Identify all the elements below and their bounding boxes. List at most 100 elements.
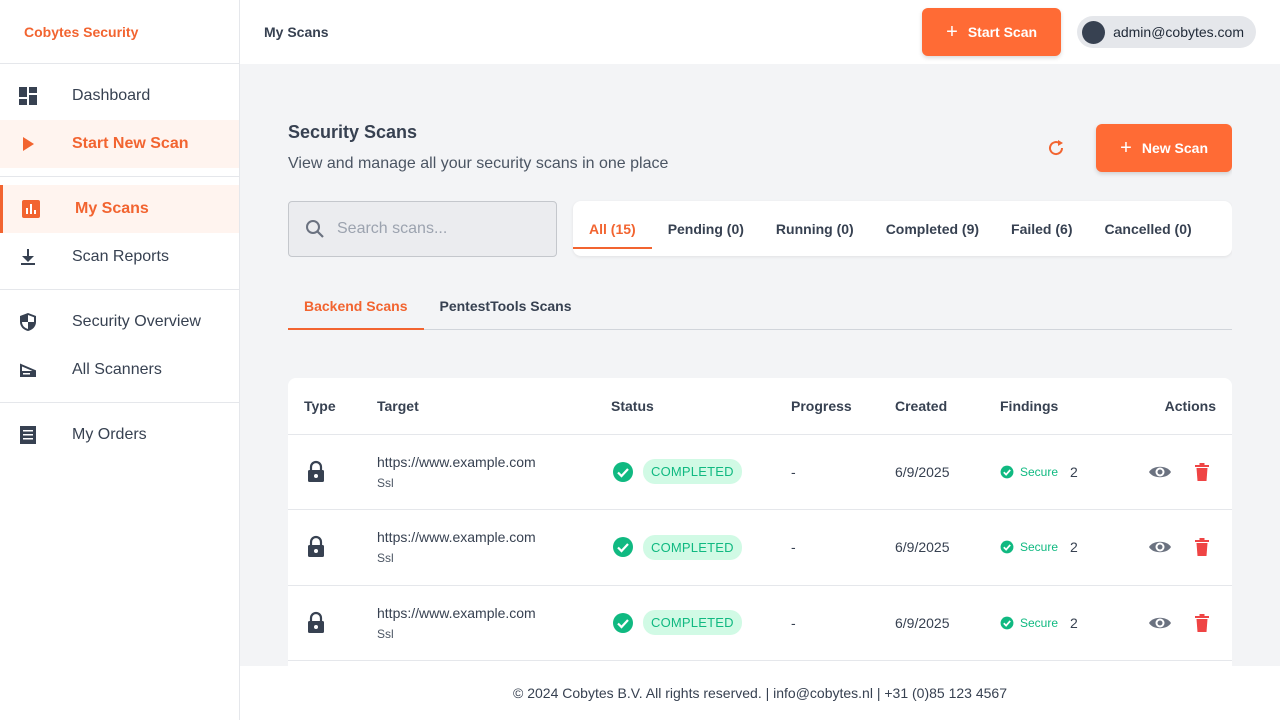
nav-group-main: Dashboard Start New Scan — [0, 64, 239, 177]
check-circle-icon — [611, 460, 635, 484]
section-subtitle: View and manage all your security scans … — [288, 155, 669, 172]
sidebar-item-label: My Scans — [75, 200, 149, 217]
progress-cell: - — [775, 509, 879, 586]
check-circle-icon — [611, 535, 635, 559]
tab-cancelled[interactable]: Cancelled (0) — [1089, 201, 1208, 256]
col-status[interactable]: Status — [595, 378, 775, 435]
target-cell: https://www.example.com Ssl — [361, 585, 595, 661]
footer: © 2024 Cobytes B.V. All rights reserved.… — [240, 666, 1280, 720]
sidebar-item-security-overview[interactable]: Security Overview — [0, 298, 239, 346]
sidebar-item-scan-reports[interactable]: Scan Reports — [0, 233, 239, 281]
section-header: Security Scans View and manage all your … — [288, 122, 1232, 182]
tab-pentesttools-scans[interactable]: PentestTools Scans — [424, 282, 588, 329]
created-cell: 6/9/2025 — [879, 585, 984, 661]
table-row[interactable]: https://www.example.com Ssl COMPLETED - … — [288, 585, 1232, 661]
tab-backend-scans[interactable]: Backend Scans — [288, 282, 424, 330]
sidebar-item-dashboard[interactable]: Dashboard — [0, 72, 239, 120]
status-cell: COMPLETED — [595, 509, 775, 586]
sidebar-item-my-orders[interactable]: My Orders — [0, 411, 239, 459]
scanner-icon — [18, 360, 38, 380]
dashboard-icon — [18, 86, 38, 106]
user-menu[interactable]: admin@cobytes.com — [1077, 16, 1256, 48]
col-findings[interactable]: Findings — [984, 378, 1124, 435]
status-badge: COMPLETED — [643, 534, 742, 560]
tab-failed[interactable]: Failed (6) — [995, 201, 1088, 256]
lock-icon — [304, 460, 361, 484]
sidebar-item-all-scanners[interactable]: All Scanners — [0, 346, 239, 394]
lock-icon — [304, 611, 361, 635]
delete-icon[interactable] — [1192, 537, 1212, 557]
delete-icon[interactable] — [1192, 462, 1212, 482]
search-icon — [305, 219, 325, 239]
section-title: Security Scans — [288, 122, 418, 142]
bar-chart-icon — [21, 199, 41, 219]
new-scan-label: New Scan — [1141, 140, 1208, 156]
search-field[interactable] — [288, 201, 557, 257]
plus-icon: + — [946, 21, 958, 43]
col-type[interactable]: Type — [288, 378, 361, 435]
sidebar-item-start-new-scan[interactable]: Start New Scan — [0, 120, 239, 168]
col-created[interactable]: Created — [879, 378, 984, 435]
created-cell: 6/9/2025 — [879, 434, 984, 510]
nav-group-security: Security Overview All Scanners — [0, 290, 239, 403]
type-cell — [288, 585, 361, 661]
receipt-icon — [18, 425, 38, 445]
brand-logo[interactable]: Cobytes Security — [0, 0, 239, 64]
nav-group-scans: My Scans Scan Reports — [0, 177, 239, 290]
status-filter-tabs: All (15) Pending (0) Running (0) Complet… — [573, 201, 1232, 256]
tab-all[interactable]: All (15) — [573, 201, 652, 256]
findings-cell: Secure 2 — [984, 585, 1124, 661]
sidebar-item-label: Scan Reports — [72, 248, 169, 265]
start-scan-label: Start Scan — [967, 24, 1038, 40]
topbar: My Scans + Start Scan admin@cobytes.com — [240, 0, 1280, 64]
avatar — [1082, 20, 1106, 44]
shield-icon — [18, 312, 38, 332]
refresh-icon[interactable] — [1044, 136, 1068, 160]
progress-cell: - — [775, 434, 879, 510]
status-cell: COMPLETED — [595, 585, 775, 661]
status-cell: COMPLETED — [595, 434, 775, 510]
view-icon[interactable] — [1148, 460, 1172, 484]
check-circle-icon — [1000, 616, 1014, 630]
target-url[interactable]: https://www.example.com — [377, 529, 595, 545]
findings-label: Secure — [1020, 464, 1059, 479]
target-cell: https://www.example.com Ssl — [361, 434, 595, 510]
download-icon — [18, 247, 38, 267]
user-email: admin@cobytes.com — [1113, 24, 1244, 40]
search-input[interactable] — [337, 220, 537, 238]
sidebar-item-label: All Scanners — [72, 361, 162, 378]
view-icon[interactable] — [1148, 535, 1172, 559]
col-target[interactable]: Target — [361, 378, 595, 435]
progress-cell: - — [775, 585, 879, 661]
new-scan-button[interactable]: + New Scan — [1096, 124, 1232, 172]
footer-text: © 2024 Cobytes B.V. All rights reserved.… — [513, 685, 1007, 701]
findings-label: Secure — [1020, 615, 1059, 630]
target-cell: https://www.example.com Ssl — [361, 509, 595, 586]
sidebar-item-label: Security Overview — [72, 313, 201, 330]
tab-pending[interactable]: Pending (0) — [652, 201, 760, 256]
status-badge: COMPLETED — [643, 610, 742, 636]
scan-type: Ssl — [377, 475, 394, 490]
start-scan-button[interactable]: + Start Scan — [922, 8, 1062, 56]
delete-icon[interactable] — [1192, 613, 1212, 633]
sidebar: Cobytes Security Dashboard Start New Sca… — [0, 0, 240, 720]
table-row[interactable]: https://www.example.com Ssl COMPLETED - … — [288, 434, 1232, 510]
top-actions: + Start Scan admin@cobytes.com — [922, 8, 1256, 56]
tab-completed[interactable]: Completed (9) — [870, 201, 995, 256]
check-circle-icon — [611, 611, 635, 635]
table-row[interactable]: https://www.example.com Ssl COMPLETED - … — [288, 509, 1232, 586]
findings-count: 2 — [1070, 539, 1078, 556]
scan-type-tabs: Backend Scans PentestTools Scans — [288, 282, 1232, 330]
tab-running[interactable]: Running (0) — [760, 201, 870, 256]
scan-type: Ssl — [377, 626, 394, 641]
target-url[interactable]: https://www.example.com — [377, 454, 595, 470]
type-cell — [288, 434, 361, 510]
findings-cell: Secure 2 — [984, 509, 1124, 586]
target-url[interactable]: https://www.example.com — [377, 605, 595, 621]
view-icon[interactable] — [1148, 611, 1172, 635]
col-progress[interactable]: Progress — [775, 378, 879, 435]
sidebar-item-my-scans[interactable]: My Scans — [0, 185, 239, 233]
lock-icon — [304, 535, 361, 559]
findings-count: 2 — [1070, 463, 1078, 480]
sidebar-item-label: My Orders — [72, 426, 147, 443]
